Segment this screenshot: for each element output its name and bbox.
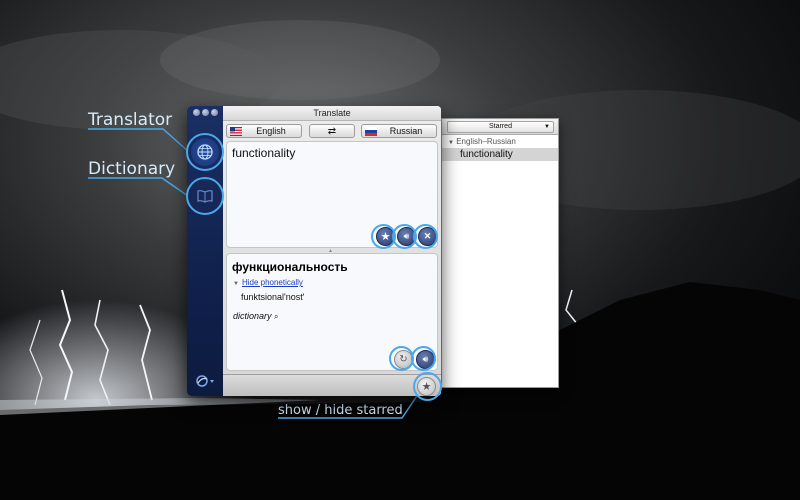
ru-flag-icon	[365, 127, 377, 136]
us-flag-icon	[230, 127, 242, 136]
phonetic-text: funktsional'nost'	[241, 292, 305, 302]
chevron-down-icon: ▼	[544, 124, 550, 130]
target-language-label: Russian	[389, 126, 423, 136]
translator-callout-label: Translator	[88, 110, 173, 130]
source-text[interactable]: functionality	[232, 146, 295, 160]
disclosure-triangle-icon: ▼	[233, 281, 239, 287]
hide-phonetically-label: Hide phonetically	[241, 278, 303, 287]
disclosure-triangle-icon: ▼	[448, 140, 454, 146]
language-bar: English ⇄ Russian	[223, 121, 441, 141]
zoom-window-button[interactable]	[211, 109, 218, 116]
source-language-button[interactable]: English	[226, 124, 302, 138]
logo-icon	[196, 375, 214, 387]
starred-highlight-ring	[413, 372, 442, 401]
hide-phonetically-link[interactable]: ▼ Hide phonetically	[233, 278, 303, 287]
swap-icon: ⇄	[327, 125, 337, 137]
erase-highlight-ring	[413, 224, 438, 249]
translation-text: функциональность	[232, 260, 348, 274]
starred-dropdown[interactable]: Starred ▼	[447, 121, 554, 133]
starred-header: Starred ▼	[442, 119, 558, 135]
starred-panel: Starred ▼ ▼ English–Russian functionalit…	[441, 118, 559, 388]
source-language-label: English	[256, 126, 286, 136]
translator-highlight-ring	[186, 133, 224, 171]
minimize-window-button[interactable]	[202, 109, 209, 116]
window-title: Translate	[223, 106, 441, 121]
app-menu-button[interactable]	[195, 374, 215, 393]
dictionary-highlight-ring	[186, 177, 224, 215]
dictionary-callout-label: Dictionary	[88, 159, 176, 179]
starred-group[interactable]: ▼ English–Russian	[442, 135, 558, 148]
speak-result-highlight-ring	[411, 346, 436, 371]
bottom-bar: ★	[223, 374, 441, 396]
dictionary-label: dictionary	[233, 311, 272, 321]
show-hide-starred-callout-label: show / hide starred	[278, 403, 403, 418]
starred-group-label: English–Russian	[456, 137, 516, 146]
starred-list-item[interactable]: functionality	[442, 148, 558, 161]
dictionary-link[interactable]: dictionary ⌕	[233, 311, 279, 322]
target-language-button[interactable]: Russian	[361, 124, 437, 138]
search-icon: ⌕	[274, 312, 279, 321]
starred-dropdown-label: Starred	[489, 123, 512, 130]
swap-languages-button[interactable]: ⇄	[309, 124, 355, 138]
close-window-button[interactable]	[193, 109, 200, 116]
